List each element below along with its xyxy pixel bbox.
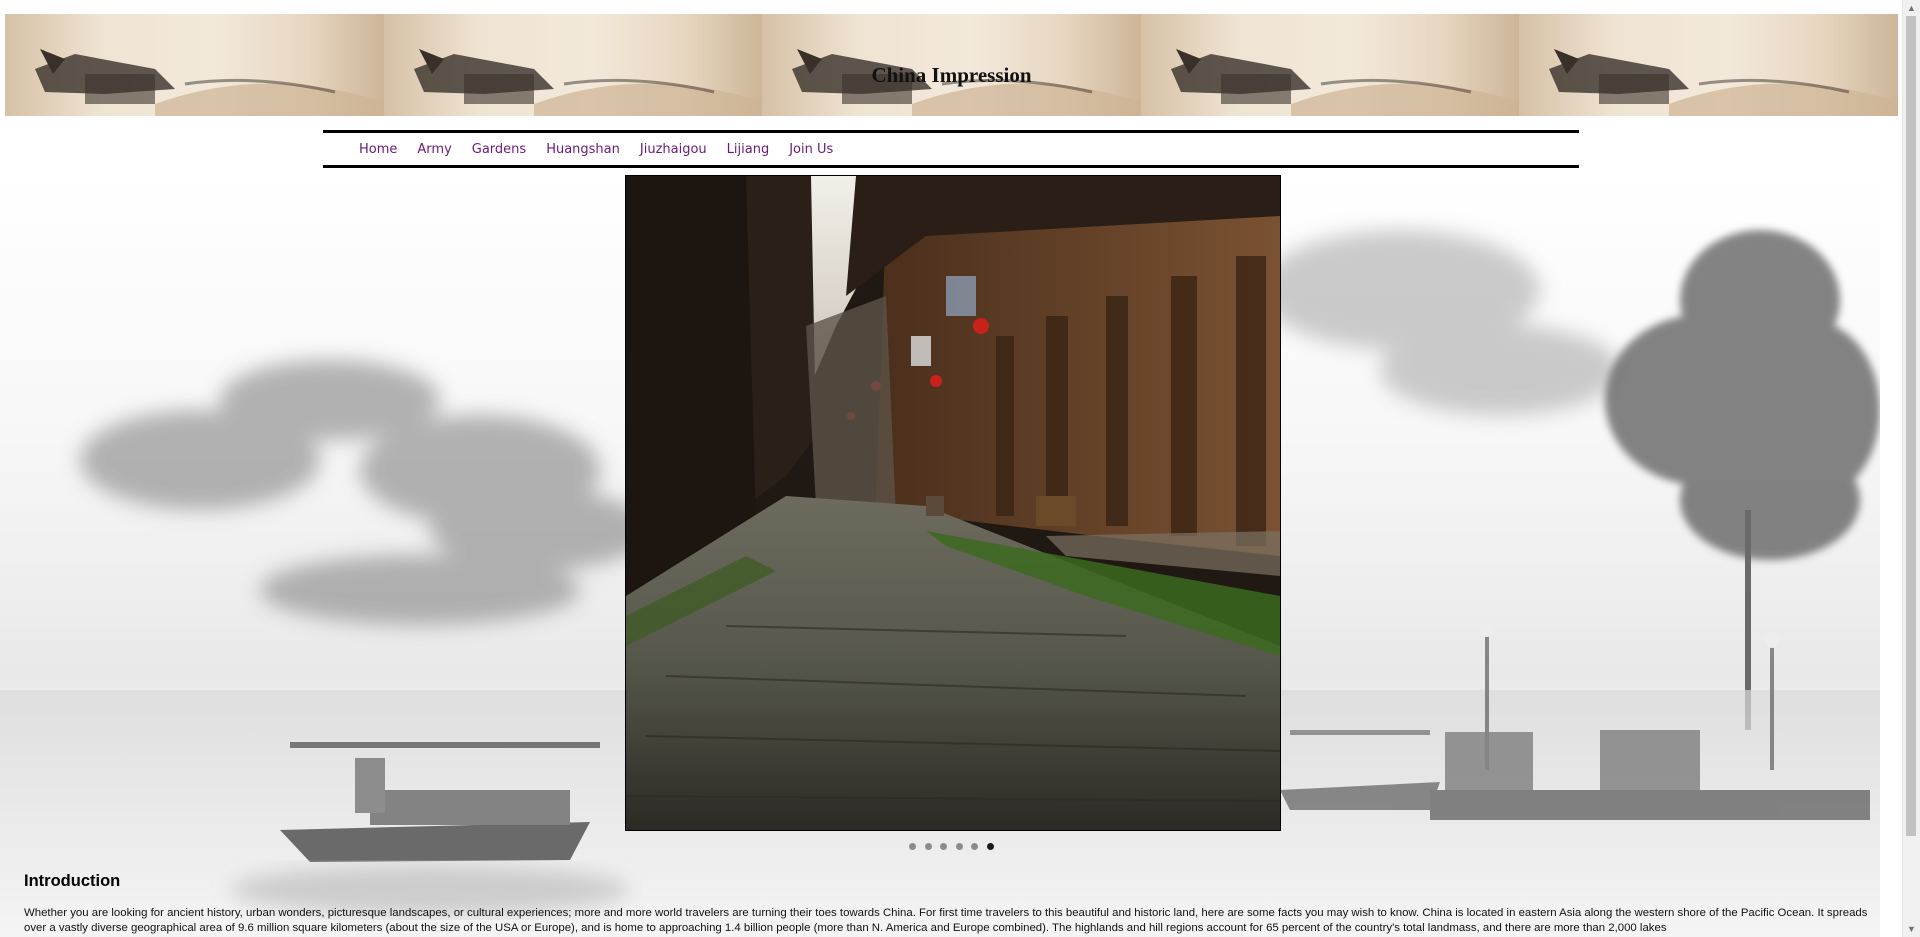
intro-paragraph: Whether you are looking for ancient hist…: [24, 907, 1868, 934]
slide-dot[interactable]: [940, 843, 947, 850]
old-town-street-photo: [626, 176, 1280, 830]
scroll-thumb[interactable]: [1906, 16, 1916, 836]
scroll-down-arrow-icon[interactable]: ▼: [1903, 921, 1920, 937]
page: China Impression Home Army Gardens Huang…: [0, 0, 1920, 937]
slideshow-indicators: [909, 843, 1002, 850]
main-nav: Home Army Gardens Huangshan Jiuzhaigou L…: [323, 130, 1579, 168]
intro-heading: Introduction: [24, 872, 121, 890]
slide-dot[interactable]: [955, 843, 963, 850]
nav-link-huangshan[interactable]: Huangshan: [546, 142, 620, 157]
slideshow-image[interactable]: [625, 175, 1281, 831]
nav-link-jiuzhaigou[interactable]: Jiuzhaigou: [640, 142, 707, 157]
site-title: China Impression: [871, 63, 1032, 87]
nav-link-home[interactable]: Home: [359, 142, 397, 157]
slide-dot[interactable]: [924, 843, 932, 850]
nav-link-army[interactable]: Army: [417, 142, 451, 157]
nav-link-gardens[interactable]: Gardens: [472, 142, 526, 157]
scroll-up-arrow-icon[interactable]: ▲: [1903, 0, 1920, 16]
nav-link-join-us[interactable]: Join Us: [789, 142, 833, 157]
nav-link-lijiang[interactable]: Lijiang: [727, 142, 770, 157]
page-scrollbar[interactable]: ▲ ▼: [1902, 0, 1920, 937]
slide-dot[interactable]: [971, 843, 978, 850]
slide-dot[interactable]: [909, 843, 916, 850]
slide-dot-active[interactable]: [986, 843, 994, 850]
header-banner: China Impression: [5, 14, 1898, 116]
